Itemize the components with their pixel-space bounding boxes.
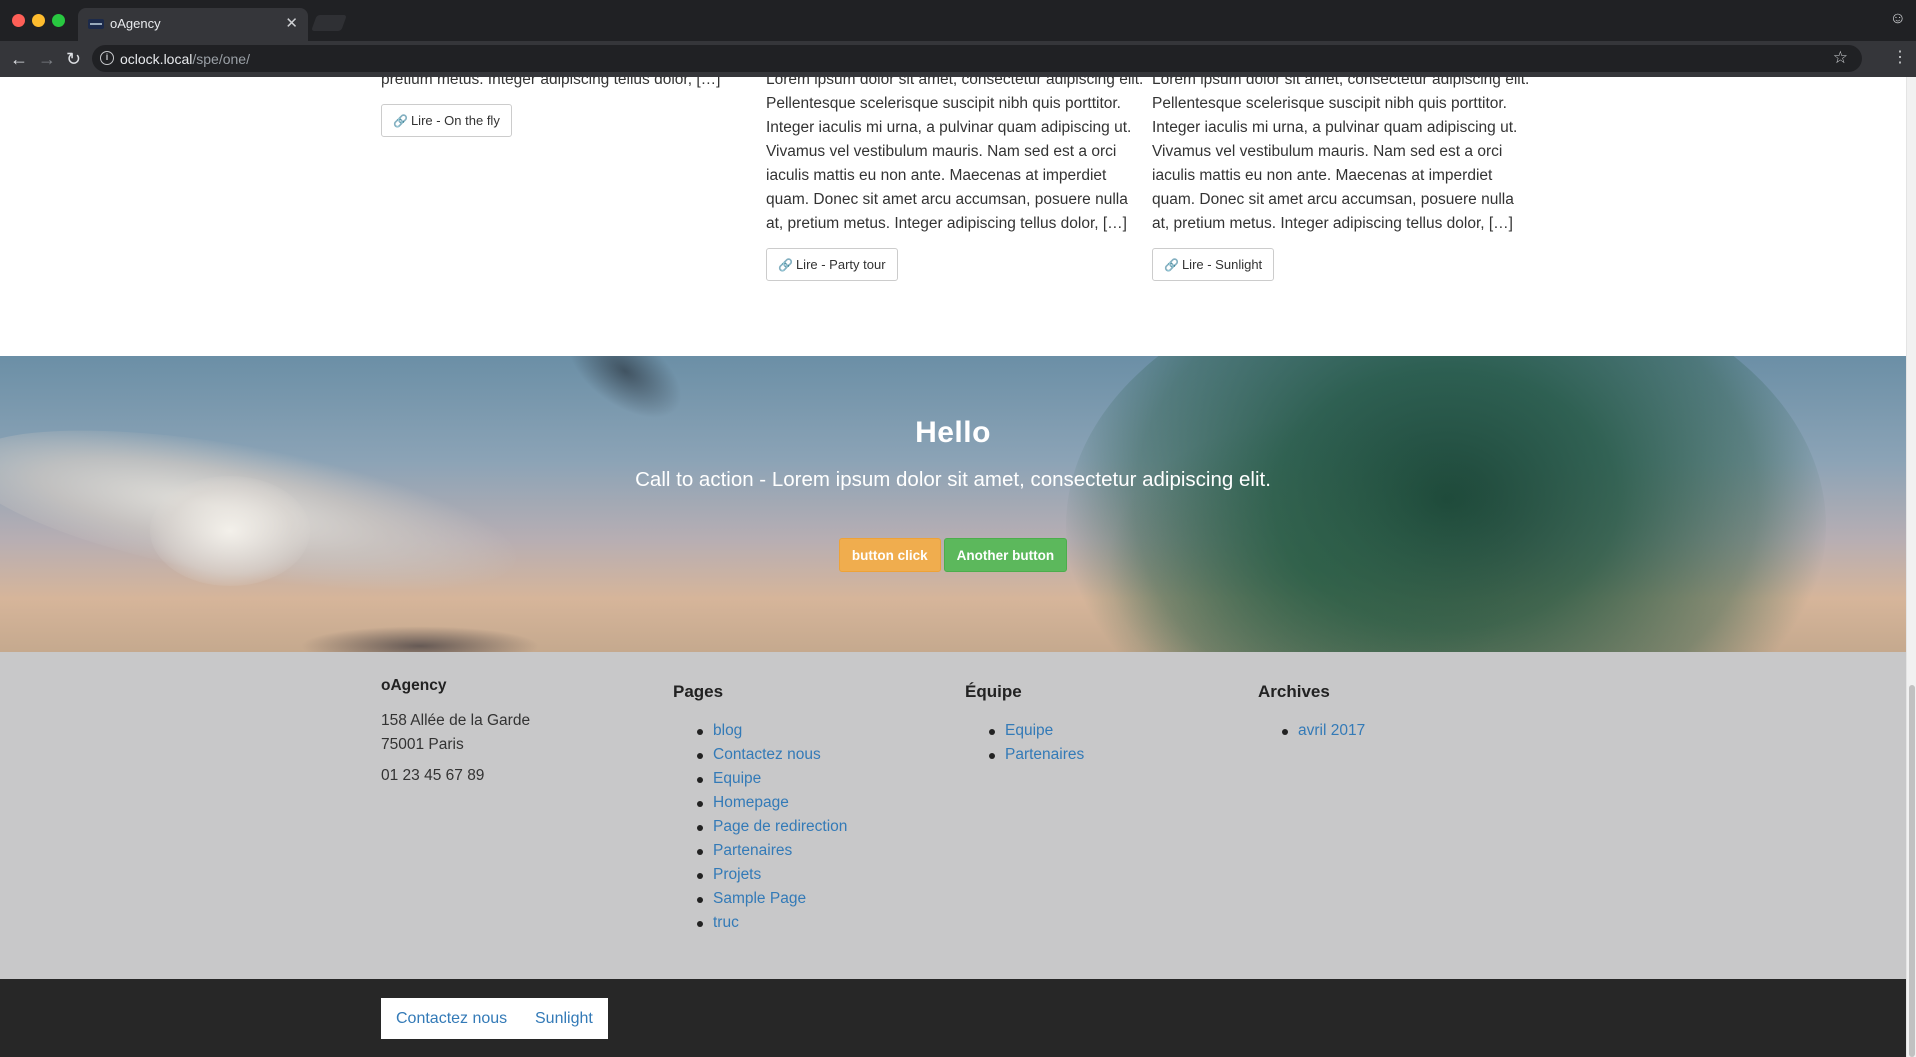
pages-list: blog Contactez nous Equipe Homepage Page…: [697, 719, 953, 935]
url-text[interactable]: oclock.local/spe/one/: [120, 51, 250, 67]
close-window-button[interactable]: [12, 14, 25, 27]
url-path: /spe/one/: [192, 51, 250, 67]
new-tab-button[interactable]: [311, 15, 347, 31]
browser-toolbar: ← → ↻ i oclock.local/spe/one/ ☆ ⋮: [0, 41, 1916, 77]
cta-button-group: button click Another button: [0, 538, 1906, 572]
nav-sunlight[interactable]: Sunlight: [520, 998, 608, 1039]
list-item: Projets: [697, 863, 953, 887]
post-card: pretium metus. Integer adipiscing tellus…: [381, 77, 761, 137]
list-item: Partenaires: [697, 839, 953, 863]
list-item: Sample Page: [697, 887, 953, 911]
footer-heading: Pages: [673, 682, 724, 701]
read-more-button[interactable]: 🔗 Lire - On the fly: [381, 104, 512, 137]
list-item: Equipe: [697, 767, 953, 791]
link-icon: 🔗: [1164, 258, 1179, 272]
nav-contactez-nous[interactable]: Contactez nous: [381, 998, 523, 1039]
address-line: 158 Allée de la Garde: [381, 712, 531, 729]
incognito-icon[interactable]: ☺: [1890, 10, 1906, 28]
footer-link[interactable]: Contactez nous: [713, 746, 821, 763]
list-item: blog: [697, 719, 953, 743]
read-more-label: Lire - On the fly: [410, 113, 500, 128]
footer-team: Équipe Equipe Partenaires: [965, 682, 1245, 767]
list-item: Contactez nous: [697, 743, 953, 767]
post-excerpt: Lorem ipsum dolor sit amet, consectetur …: [1152, 77, 1530, 232]
footer-link[interactable]: Homepage: [713, 794, 789, 811]
archives-list: avril 2017: [1282, 719, 1538, 743]
minimize-window-button[interactable]: [32, 14, 45, 27]
url-host: oclock.local: [120, 51, 193, 67]
post-excerpt: pretium metus. Integer adipiscing tellus…: [381, 77, 721, 88]
footer-brand: oAgency: [381, 677, 447, 694]
list-item: Page de redirection: [697, 815, 953, 839]
cta-subtitle: Call to action - Lorem ipsum dolor sit a…: [635, 468, 1271, 491]
phone-number: 01 23 45 67 89: [381, 767, 485, 784]
seagull-wing-image: [300, 626, 540, 652]
bookmark-star-icon[interactable]: ☆: [1833, 48, 1848, 68]
footer-link[interactable]: blog: [713, 722, 742, 739]
button-click-button[interactable]: button click: [838, 538, 941, 572]
footer-link[interactable]: Partenaires: [1005, 746, 1084, 763]
footer-link[interactable]: Sample Page: [713, 890, 806, 907]
footer-link[interactable]: Partenaires: [713, 842, 792, 859]
forward-arrow-icon[interactable]: →: [38, 47, 56, 71]
read-more-label: Lire - Party tour: [795, 257, 886, 272]
post-excerpt: Lorem ipsum dolor sit amet, consectetur …: [766, 77, 1144, 232]
list-item: Homepage: [697, 791, 953, 815]
footer-link[interactable]: avril 2017: [1298, 722, 1365, 739]
footer-pages: Pages blog Contactez nous Equipe Homepag…: [673, 682, 953, 935]
close-tab-icon[interactable]: ✕: [285, 14, 298, 32]
footer-contact: oAgency 158 Allée de la Garde 75001 Pari…: [381, 677, 661, 785]
footer-archives: Archives avril 2017: [1258, 682, 1538, 743]
read-more-button[interactable]: 🔗 Lire - Party tour: [766, 248, 898, 281]
favicon-icon: [88, 19, 104, 29]
call-to-action-banner: Hello Call to action - Lorem ipsum dolor…: [0, 356, 1906, 652]
back-arrow-icon[interactable]: ←: [10, 47, 28, 71]
post-card: Lorem ipsum dolor sit amet, consectetur …: [766, 77, 1146, 281]
read-more-button[interactable]: 🔗 Lire - Sunlight: [1152, 248, 1275, 281]
list-item: Equipe: [989, 719, 1245, 743]
footer-link[interactable]: Equipe: [713, 770, 761, 787]
footer-link[interactable]: Projets: [713, 866, 761, 883]
maximize-window-button[interactable]: [52, 14, 65, 27]
browser-tab[interactable]: oAgency ✕: [78, 8, 308, 41]
footer-link[interactable]: Equipe: [1005, 722, 1053, 739]
reload-icon[interactable]: ↻: [66, 47, 81, 71]
browser-menu-icon[interactable]: ⋮: [1892, 47, 1908, 67]
scrollbar-thumb[interactable]: [1909, 685, 1915, 1057]
browser-titlebar: oAgency ✕ ☺: [0, 0, 1916, 41]
post-card: Lorem ipsum dolor sit amet, consectetur …: [1152, 77, 1532, 281]
footer-link[interactable]: Page de redirection: [713, 818, 847, 835]
address-bar[interactable]: i oclock.local/spe/one/ ☆: [92, 45, 1862, 72]
list-item: Partenaires: [989, 743, 1245, 767]
another-button[interactable]: Another button: [943, 538, 1068, 572]
bottom-navigation: Contactez nous Sunlight: [0, 979, 1906, 1057]
footer-link[interactable]: truc: [713, 914, 739, 931]
cta-title: Hello: [915, 416, 991, 449]
list-item: avril 2017: [1282, 719, 1538, 743]
team-list: Equipe Partenaires: [989, 719, 1245, 767]
read-more-label: Lire - Sunlight: [1181, 257, 1263, 272]
link-icon: 🔗: [778, 258, 793, 272]
address-line: 75001 Paris: [381, 736, 464, 753]
site-footer: oAgency 158 Allée de la Garde 75001 Pari…: [0, 652, 1906, 979]
footer-heading: Archives: [1258, 682, 1330, 701]
tab-title: oAgency: [110, 16, 161, 31]
page-scrollbar[interactable]: [1906, 77, 1916, 1057]
link-icon: 🔗: [393, 114, 408, 128]
footer-heading: Équipe: [965, 682, 1022, 701]
info-icon[interactable]: i: [100, 51, 114, 65]
page-viewport: pretium metus. Integer adipiscing tellus…: [0, 77, 1906, 1057]
list-item: truc: [697, 911, 953, 935]
